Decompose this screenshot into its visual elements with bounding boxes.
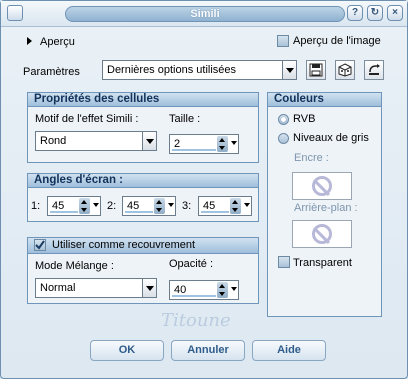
up-down-arrows-icon[interactable]: [154, 198, 165, 214]
presets-dropdown[interactable]: Dernières options utilisées: [102, 60, 297, 80]
rgb-label: RVB: [293, 113, 316, 125]
dropdown-arrow-icon[interactable]: [231, 141, 237, 145]
up-down-arrows-icon[interactable]: [79, 198, 90, 214]
transparent-label: Transparent: [293, 257, 352, 269]
size-spinner[interactable]: 2: [169, 134, 239, 154]
colors-title: Couleurs: [268, 93, 381, 107]
size-slider-bar: [172, 149, 216, 151]
rgb-radio[interactable]: [278, 114, 289, 125]
angle-2-slider-bar: [125, 211, 153, 213]
angle-1-label: 1:: [31, 200, 41, 212]
save-preset-icon[interactable]: [306, 60, 326, 80]
random-icon[interactable]: [335, 60, 355, 80]
opacity-spinner[interactable]: 40: [169, 280, 239, 300]
grayscale-radio[interactable]: [278, 133, 289, 144]
presets-value: Dernières options utilisées: [107, 64, 237, 76]
transparent-checkbox[interactable]: [278, 256, 290, 268]
up-down-arrows-icon[interactable]: [230, 198, 241, 214]
ink-color-swatch[interactable]: [292, 172, 352, 200]
chevron-down-icon: [142, 132, 156, 150]
up-down-arrows-icon[interactable]: [217, 282, 228, 298]
angle-2-spinner[interactable]: 45: [122, 196, 176, 216]
size-label: Taille :: [169, 113, 201, 125]
blend-mode-value: Normal: [40, 282, 76, 294]
cell-properties-group: Propriétés des cellules Motif de l'effet…: [27, 92, 259, 163]
reset-icon[interactable]: ↻: [367, 5, 383, 21]
overlay-label: Utiliser comme recouvrement: [52, 239, 196, 251]
close-icon[interactable]: ×: [387, 5, 403, 21]
angle-2-label: 2:: [107, 200, 117, 212]
overlay-checkbox[interactable]: [34, 239, 46, 251]
angle-3-label: 3:: [182, 200, 192, 212]
dropdown-arrow-icon[interactable]: [244, 203, 250, 207]
expand-arrow-icon: [27, 37, 32, 45]
dropdown-arrow-icon[interactable]: [231, 287, 237, 291]
help-icon[interactable]: ?: [347, 5, 363, 21]
preview-label: Aperçu: [40, 36, 75, 48]
opacity-slider-bar: [172, 295, 216, 297]
dropdown-arrow-icon[interactable]: [93, 203, 99, 207]
no-color-icon: [312, 224, 332, 244]
help-button[interactable]: Aide: [252, 340, 326, 361]
ok-button[interactable]: OK: [90, 340, 164, 361]
window-title: Simili: [65, 6, 345, 22]
cancel-button[interactable]: Annuler: [171, 340, 245, 361]
opacity-label: Opacité :: [169, 258, 214, 270]
background-color-swatch[interactable]: [292, 220, 352, 248]
presets-label: Paramètres: [23, 66, 80, 78]
background-label: Arrière-plan :: [294, 202, 358, 214]
overlay-group: Utiliser comme recouvrement Mode Mélange…: [27, 237, 259, 304]
image-preview-label: Aperçu de l'image: [293, 35, 381, 47]
cell-properties-title: Propriétés des cellules: [28, 93, 258, 107]
blend-mode-label: Mode Mélange :: [35, 260, 114, 272]
colors-group: Couleurs RVB Niveaux de gris Encre : Arr…: [267, 92, 382, 317]
up-down-arrows-icon[interactable]: [217, 136, 228, 152]
screen-angles-group: Angles d'écran : 1: 45 2: 45 3: 45: [27, 173, 259, 222]
chevron-down-icon: [142, 279, 156, 297]
angle-1-spinner[interactable]: 45: [47, 196, 101, 216]
blend-mode-dropdown[interactable]: Normal: [35, 278, 157, 298]
angle-3-slider-bar: [201, 211, 229, 213]
effect-pattern-dropdown[interactable]: Rond: [35, 131, 157, 151]
signature-watermark: Titoune: [161, 310, 231, 331]
grayscale-label: Niveaux de gris: [293, 132, 369, 144]
effect-pattern-label: Motif de l'effet Simili :: [35, 113, 139, 125]
screen-angles-title: Angles d'écran :: [28, 174, 258, 188]
dropdown-arrow-icon[interactable]: [168, 203, 174, 207]
no-color-icon: [312, 176, 332, 196]
image-preview-checkbox[interactable]: [277, 35, 289, 47]
reset-preset-icon[interactable]: [364, 60, 384, 80]
ink-label: Encre :: [294, 152, 329, 164]
app-icon[interactable]: [7, 5, 23, 21]
simili-dialog: Simili ? ↻ × Aperçu Aperçu de l'image Pa…: [0, 0, 408, 379]
title-bar: Simili ? ↻ ×: [1, 1, 407, 27]
angle-1-slider-bar: [50, 211, 78, 213]
overlay-header: Utiliser comme recouvrement: [28, 238, 258, 254]
effect-pattern-value: Rond: [40, 135, 67, 147]
angle-3-spinner[interactable]: 45: [198, 196, 252, 216]
chevron-down-icon: [282, 61, 296, 79]
